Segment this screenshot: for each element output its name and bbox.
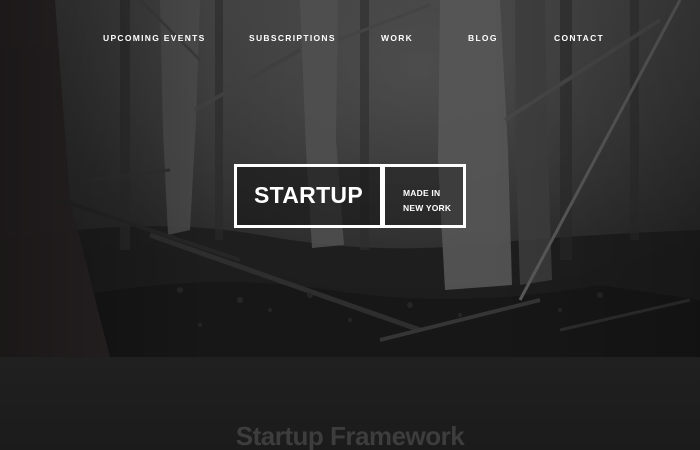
logo-tagline-line2: NEW YORK <box>403 203 452 213</box>
nav-contact[interactable]: CONTACT <box>554 33 604 43</box>
logo-main-text: STARTUP <box>253 182 363 208</box>
logo-tagline: MADE IN NEW YORK <box>403 186 451 216</box>
logo-sub-box: MADE IN NEW YORK <box>382 164 466 228</box>
content-section: Startup Framework <box>0 357 700 450</box>
nav-work[interactable]: WORK <box>381 33 413 43</box>
nav-subscriptions[interactable]: SUBSCRIPTIONS <box>249 33 336 43</box>
section-title: Startup Framework <box>235 421 465 450</box>
page: UPCOMING EVENTS SUBSCRIPTIONS WORK BLOG … <box>0 0 700 450</box>
hero-section: UPCOMING EVENTS SUBSCRIPTIONS WORK BLOG … <box>0 0 700 357</box>
nav-blog[interactable]: BLOG <box>468 33 498 43</box>
logo[interactable]: STARTUP MADE IN NEW YORK <box>234 164 466 228</box>
logo-tagline-line1: MADE IN <box>403 188 441 198</box>
nav-upcoming-events[interactable]: UPCOMING EVENTS <box>103 33 206 43</box>
main-nav: UPCOMING EVENTS SUBSCRIPTIONS WORK BLOG … <box>0 33 700 47</box>
